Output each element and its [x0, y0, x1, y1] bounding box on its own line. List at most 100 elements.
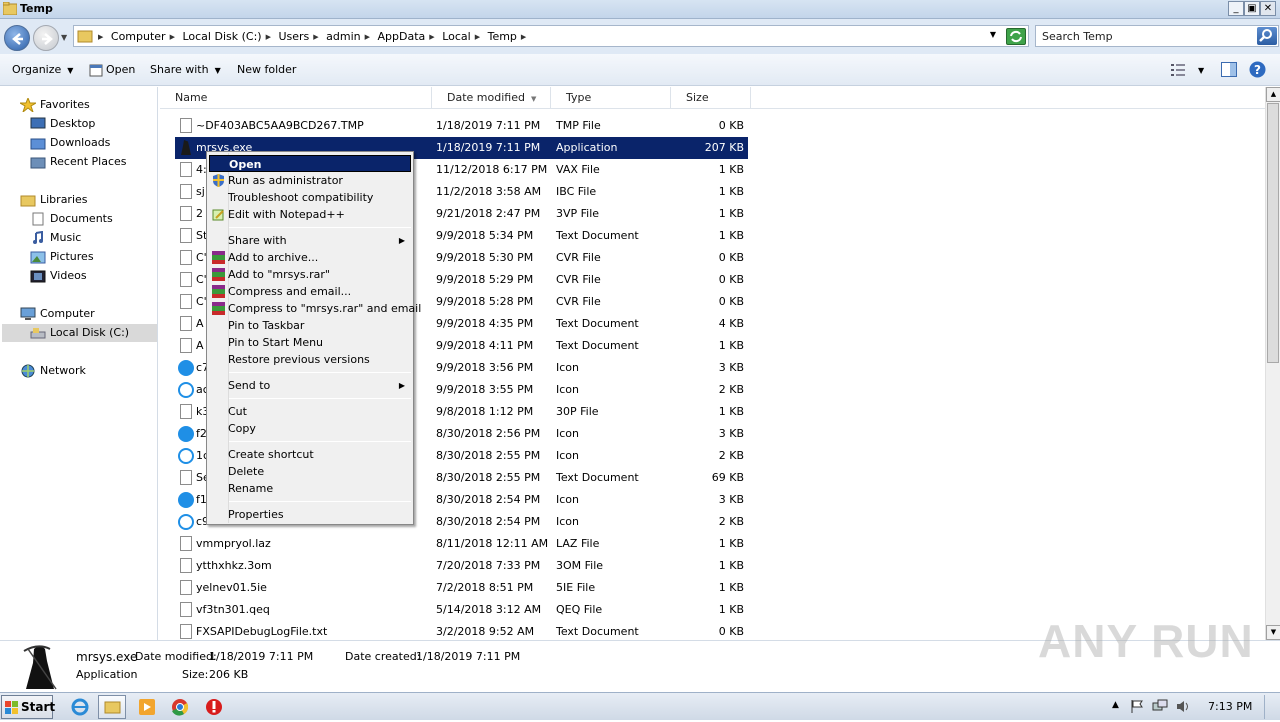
- menu-create-shortcut[interactable]: Create shortcut: [209, 446, 411, 463]
- help-icon[interactable]: ?: [1249, 61, 1266, 78]
- minimize-button[interactable]: _: [1228, 1, 1244, 16]
- crumb-local[interactable]: Local: [442, 30, 471, 43]
- file-date: 9/8/2018 1:12 PM: [436, 405, 534, 418]
- search-button[interactable]: [1257, 27, 1277, 45]
- close-button[interactable]: ✕: [1260, 1, 1276, 16]
- nav-recent-places[interactable]: Recent Places: [30, 153, 127, 170]
- menu-pin-taskbar[interactable]: Pin to Taskbar: [209, 317, 411, 334]
- file-row[interactable]: ~DF403ABC5AA9BCD267.TMP 1/18/2019 7:11 PM…: [175, 115, 748, 137]
- recent-pages-dropdown[interactable]: ▼: [61, 33, 67, 42]
- taskbar-chrome[interactable]: [166, 695, 194, 719]
- view-options-icon[interactable]: [1171, 63, 1185, 77]
- crumb-local-disk[interactable]: Local Disk (C:): [182, 30, 261, 43]
- taskbar-ie[interactable]: [66, 695, 94, 719]
- menu-edit-notepadpp[interactable]: Edit with Notepad++: [209, 206, 411, 223]
- file-icon: [180, 228, 192, 243]
- volume-icon[interactable]: [1176, 699, 1192, 714]
- address-dropdown-icon[interactable]: ▼: [990, 30, 996, 39]
- search-input[interactable]: Search Temp: [1042, 30, 1113, 43]
- nav-documents[interactable]: Documents: [30, 210, 113, 227]
- crumb-users[interactable]: Users: [278, 30, 309, 43]
- nav-music[interactable]: Music: [30, 229, 81, 246]
- menu-pin-start[interactable]: Pin to Start Menu: [209, 334, 411, 351]
- breadcrumb-separator[interactable]: ▶: [475, 33, 480, 41]
- menu-copy[interactable]: Copy: [209, 420, 411, 437]
- action-center-flag-icon[interactable]: [1130, 699, 1144, 714]
- vertical-scrollbar[interactable]: ▲ ▼: [1265, 87, 1280, 640]
- menu-separator: [229, 501, 411, 502]
- back-button[interactable]: [4, 25, 30, 51]
- nav-favorites[interactable]: Favorites: [20, 96, 90, 113]
- column-size[interactable]: Size: [671, 87, 751, 109]
- file-size: 2 KB: [718, 449, 744, 462]
- organize-button[interactable]: Organize ▼: [12, 63, 73, 76]
- file-row[interactable]: vf3tn301.qeq 5/14/2018 3:12 AM QEQ File 1 K…: [175, 599, 748, 621]
- file-row[interactable]: ytthxhkz.3om 7/20/2018 7:33 PM 3OM File 1 K…: [175, 555, 748, 577]
- breadcrumb-separator[interactable]: ▶: [170, 33, 175, 41]
- menu-add-to-rar[interactable]: Add to "mrsys.rar": [209, 266, 411, 283]
- breadcrumb-separator[interactable]: ▶: [521, 33, 526, 41]
- breadcrumb-separator[interactable]: ▶: [429, 33, 434, 41]
- show-hidden-icons-icon[interactable]: ▲: [1112, 700, 1119, 710]
- file-name: FXSAPIDebugLogFile.txt: [196, 625, 328, 638]
- crumb-appdata[interactable]: AppData: [378, 30, 426, 43]
- network-tray-icon[interactable]: [1152, 699, 1168, 714]
- refresh-button[interactable]: [1006, 28, 1026, 45]
- menu-properties[interactable]: Properties: [209, 506, 411, 523]
- menu-rename[interactable]: Rename: [209, 480, 411, 497]
- file-row[interactable]: yelnev01.5ie 7/2/2018 8:51 PM 5IE File 1 KB: [175, 577, 748, 599]
- share-with-button[interactable]: Share with ▼: [150, 63, 221, 76]
- file-size: 1 KB: [718, 405, 744, 418]
- search-box[interactable]: Search Temp: [1035, 25, 1279, 47]
- breadcrumb-separator[interactable]: ▶: [365, 33, 370, 41]
- nav-libraries[interactable]: Libraries: [20, 191, 88, 208]
- menu-delete[interactable]: Delete: [209, 463, 411, 480]
- breadcrumb-separator[interactable]: ▶: [266, 33, 271, 41]
- view-dropdown-icon[interactable]: ▼: [1198, 66, 1204, 75]
- forward-button[interactable]: [33, 25, 59, 51]
- menu-run-as-admin[interactable]: Run as administrator: [209, 172, 411, 189]
- nav-pictures[interactable]: Pictures: [30, 248, 94, 265]
- clock[interactable]: 7:13 PM: [1208, 700, 1252, 713]
- column-name[interactable]: Name: [160, 87, 432, 109]
- new-folder-button[interactable]: New folder: [237, 63, 296, 76]
- crumb-computer[interactable]: Computer: [111, 30, 166, 43]
- crumb-admin[interactable]: admin: [326, 30, 360, 43]
- crumb-temp[interactable]: Temp: [488, 30, 517, 43]
- scroll-thumb[interactable]: [1267, 103, 1279, 363]
- file-date: 9/9/2018 5:28 PM: [436, 295, 534, 308]
- scroll-up-button[interactable]: ▲: [1266, 87, 1280, 102]
- breadcrumb-separator[interactable]: ▶: [98, 33, 103, 41]
- maximize-button[interactable]: ▣: [1244, 1, 1260, 16]
- taskbar-explorer[interactable]: [98, 695, 126, 719]
- file-icon: [180, 316, 192, 331]
- menu-restore-versions[interactable]: Restore previous versions: [209, 351, 411, 368]
- address-bar[interactable]: ▶ Computer ▶ Local Disk (C:) ▶ Users ▶ admi…: [73, 25, 1029, 47]
- nav-downloads[interactable]: Downloads: [30, 134, 110, 151]
- menu-compress-email[interactable]: Compress and email...: [209, 283, 411, 300]
- start-button[interactable]: Start: [1, 695, 55, 719]
- show-desktop-button[interactable]: [1264, 695, 1279, 719]
- nav-desktop[interactable]: Desktop: [30, 115, 95, 132]
- taskbar-avast[interactable]: [200, 695, 228, 719]
- nav-videos[interactable]: Videos: [30, 267, 87, 284]
- file-row[interactable]: vmmpryol.laz 8/11/2018 12:11 AM LAZ File 1 …: [175, 533, 748, 555]
- menu-share-with[interactable]: Share with ▶: [209, 232, 411, 249]
- preview-pane-icon[interactable]: [1221, 62, 1237, 77]
- nav-local-disk[interactable]: Local Disk (C:): [30, 324, 129, 341]
- menu-compress-rar-email[interactable]: Compress to "mrsys.rar" and email: [209, 300, 421, 317]
- scroll-down-button[interactable]: ▼: [1266, 625, 1280, 640]
- menu-cut[interactable]: Cut: [209, 403, 411, 420]
- menu-open[interactable]: Open: [209, 155, 411, 172]
- nav-computer[interactable]: Computer: [20, 305, 95, 322]
- chevron-down-icon: ▼: [67, 66, 74, 75]
- menu-send-to[interactable]: Send to ▶: [209, 377, 411, 394]
- breadcrumb-separator[interactable]: ▶: [313, 33, 318, 41]
- open-button[interactable]: Open: [89, 63, 135, 77]
- column-date-modified[interactable]: Date modified ▼: [432, 87, 551, 109]
- nav-network[interactable]: Network: [20, 362, 86, 379]
- menu-troubleshoot[interactable]: Troubleshoot compatibility: [209, 189, 411, 206]
- menu-add-to-archive[interactable]: Add to archive...: [209, 249, 411, 266]
- column-type[interactable]: Type: [551, 87, 671, 109]
- taskbar-media-player[interactable]: [133, 695, 161, 719]
